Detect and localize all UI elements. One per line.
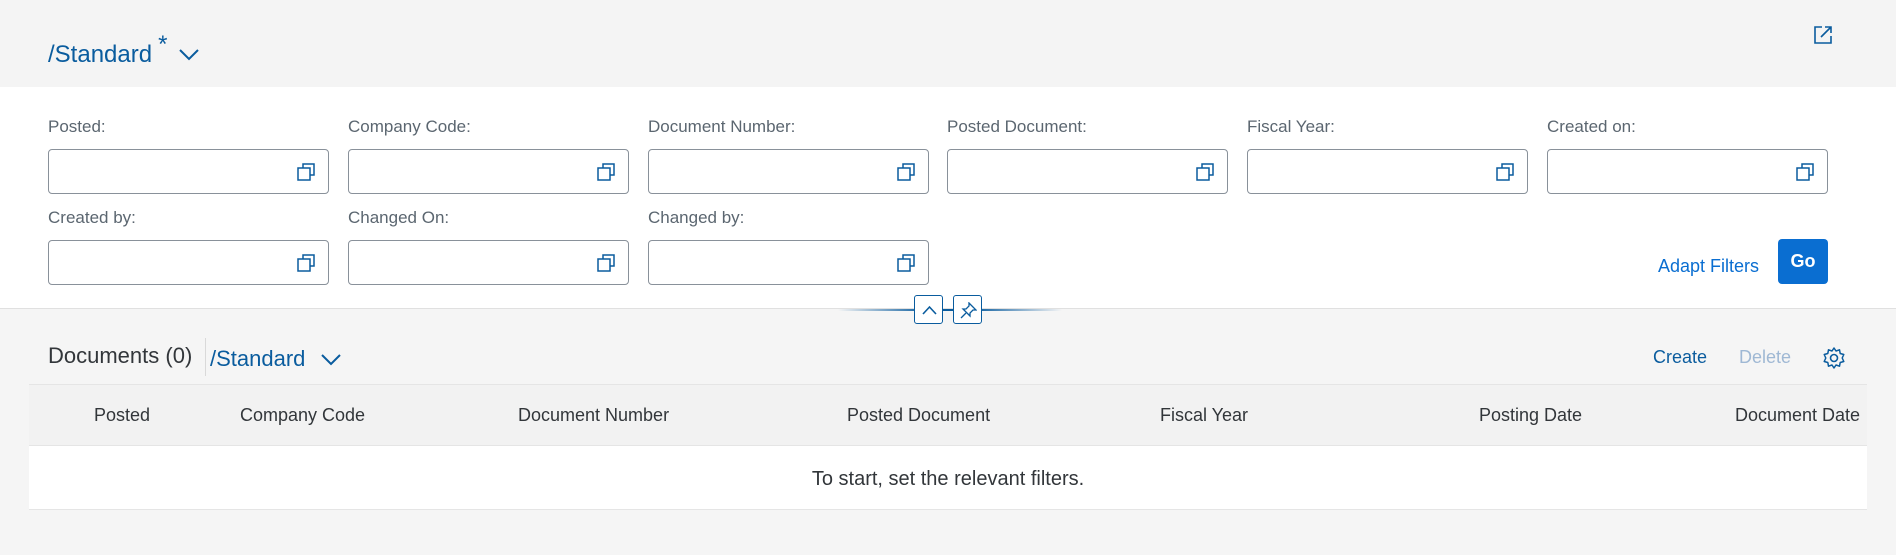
delete-button[interactable]: Delete (1739, 345, 1791, 369)
filter-label: Changed On: (348, 208, 450, 227)
filter-input-company-code[interactable] (348, 149, 629, 194)
adapt-filters-button[interactable]: Adapt Filters (1658, 252, 1759, 280)
filter-posted: Posted: (48, 116, 329, 194)
value-help-icon[interactable] (1795, 162, 1815, 182)
table-variant-management[interactable]: /Standard (210, 344, 343, 374)
variant-title[interactable]: /Standard (48, 30, 152, 80)
table-variant-title[interactable]: /Standard (210, 344, 305, 374)
empty-table-message: To start, set the relevant filters. (811, 468, 1085, 490)
column-header-fiscal-year[interactable]: Fiscal Year (1160, 385, 1248, 445)
filter-input-changed-by[interactable] (648, 240, 929, 285)
table-header-row: Posted Company Code Document Number Post… (29, 385, 1867, 446)
filter-bar: Posted: Company Code: Document Number: P… (0, 87, 1896, 309)
header-divider (838, 309, 1062, 311)
pin-icon (960, 302, 977, 319)
filter-label: Changed by: (648, 208, 745, 227)
share-icon[interactable] (1812, 24, 1834, 46)
filter-changed-by: Changed by: (648, 207, 929, 285)
filter-label: Posted: (48, 117, 106, 136)
page-header: /Standard * (0, 0, 1896, 87)
collapse-header-button[interactable] (914, 295, 943, 324)
value-help-icon[interactable] (896, 253, 916, 273)
value-help-icon[interactable] (596, 162, 616, 182)
filter-input-changed-on[interactable] (348, 240, 629, 285)
filter-company-code: Company Code: (348, 116, 629, 194)
filter-document-number: Document Number: (648, 116, 929, 194)
create-button[interactable]: Create (1653, 345, 1707, 369)
filter-input-fiscal-year[interactable] (1247, 149, 1528, 194)
value-help-icon[interactable] (596, 253, 616, 273)
filter-label: Document Number: (648, 117, 796, 136)
filter-input-created-by[interactable] (48, 240, 329, 285)
column-header-posted-document[interactable]: Posted Document (847, 385, 990, 445)
filter-input-posted[interactable] (48, 149, 329, 194)
filter-label: Created by: (48, 208, 136, 227)
value-help-icon[interactable] (1195, 162, 1215, 182)
pin-header-button[interactable] (953, 295, 982, 324)
column-header-posting-date[interactable]: Posting Date (1479, 385, 1582, 445)
filter-fiscal-year: Fiscal Year: (1247, 116, 1528, 194)
modified-marker: * (158, 31, 168, 58)
column-header-posted[interactable]: Posted (94, 385, 150, 445)
filter-created-by: Created by: (48, 207, 329, 285)
variant-management[interactable]: /Standard * (48, 30, 201, 80)
filter-posted-document: Posted Document: (947, 116, 1228, 194)
value-help-icon[interactable] (896, 162, 916, 182)
filter-created-on: Created on: (1547, 116, 1828, 194)
column-header-document-date[interactable]: Document Date (1735, 385, 1860, 445)
filter-label: Posted Document: (947, 117, 1087, 136)
filter-label: Created on: (1547, 117, 1636, 136)
toolbar-separator (205, 338, 206, 376)
column-header-company-code[interactable]: Company Code (240, 385, 365, 445)
filter-input-posted-document[interactable] (947, 149, 1228, 194)
filter-changed-on: Changed On: (348, 207, 629, 285)
documents-title: Documents (0) (48, 343, 193, 368)
chevron-down-icon[interactable] (177, 44, 201, 64)
gear-icon[interactable] (1822, 346, 1846, 370)
value-help-icon[interactable] (296, 162, 316, 182)
go-button[interactable]: Go (1778, 239, 1828, 284)
filter-input-created-on[interactable] (1547, 149, 1828, 194)
column-header-document-number[interactable]: Document Number (518, 385, 669, 445)
filter-label: Fiscal Year: (1247, 117, 1335, 136)
value-help-icon[interactable] (296, 253, 316, 273)
documents-table: Posted Company Code Document Number Post… (29, 384, 1867, 510)
filter-label: Company Code: (348, 117, 471, 136)
value-help-icon[interactable] (1495, 162, 1515, 182)
chevron-up-icon (922, 305, 937, 315)
chevron-down-icon[interactable] (319, 349, 343, 369)
filter-input-document-number[interactable] (648, 149, 929, 194)
